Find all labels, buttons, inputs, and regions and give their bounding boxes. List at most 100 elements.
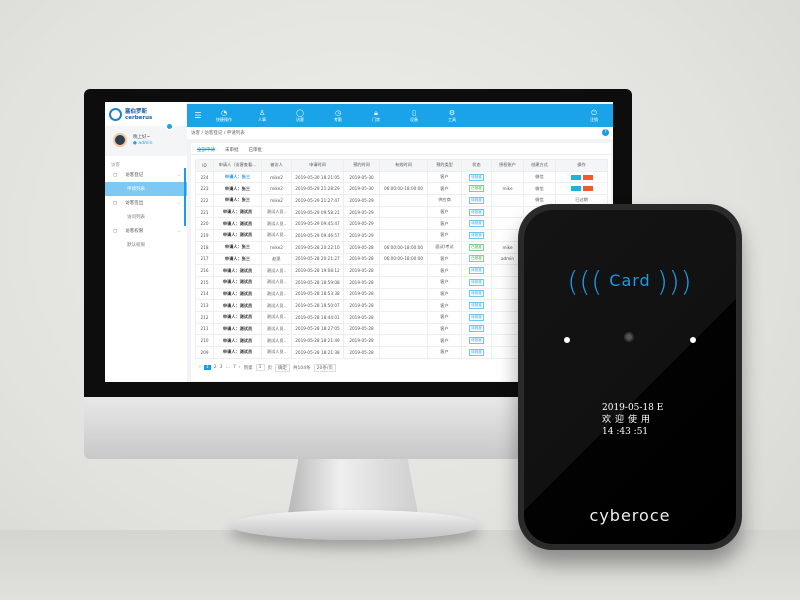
- column-header[interactable]: 授权账户: [491, 159, 524, 172]
- user-panel: 晚上好~ ● admin: [105, 122, 187, 156]
- nav-item[interactable]: ⚙ 工具: [437, 109, 467, 122]
- nav-item[interactable]: ♙ 人事: [247, 109, 277, 122]
- sidebar-item[interactable]: ▢ 访客签出 ⌄: [105, 196, 187, 210]
- display-welcome: 欢迎使用: [602, 415, 655, 425]
- status-badge: 待批准: [469, 267, 484, 275]
- nav-item[interactable]: ◷ 考勤: [323, 109, 353, 122]
- table-cell: 客户: [427, 217, 462, 231]
- help-icon[interactable]: ?: [602, 129, 609, 136]
- table-cell: 2019-05-29 09:46:57: [291, 229, 344, 242]
- page-number[interactable]: …: [225, 365, 230, 370]
- card-label: Card: [609, 271, 651, 290]
- sidebar-item[interactable]: ▢ 访客登记 ⌄: [105, 168, 187, 182]
- logo-en: cerberus: [125, 115, 153, 121]
- table-cell: 客户: [427, 275, 462, 289]
- column-header[interactable]: 创建方式: [523, 159, 556, 172]
- page-number[interactable]: 1: [203, 365, 211, 371]
- sidebar: 塞伯罗斯 cerberus 晚上好~ ● admin 访客 ▢ 访客登记 ⌄ 申请列表 ▢…: [105, 102, 187, 382]
- column-header[interactable]: 申请人（访客查看…: [213, 159, 262, 172]
- page-number[interactable]: 3: [220, 365, 223, 370]
- table-cell: 已批准: [461, 182, 492, 196]
- goto-page-input[interactable]: 1: [255, 364, 265, 372]
- nav-item[interactable]: ▯ 设备: [399, 109, 429, 122]
- edit-button[interactable]: [570, 186, 581, 192]
- table-cell: 已批准: [461, 240, 492, 254]
- sidebar-item[interactable]: ▢ 访客权限 ⌄: [105, 224, 187, 238]
- person-icon: ♙: [258, 109, 266, 117]
- table-cell: 2019-05-29 09:58:21: [291, 205, 344, 219]
- reject-button[interactable]: [582, 186, 593, 192]
- table-cell: 2019-05-28 20:22:10: [291, 240, 344, 254]
- column-header[interactable]: 操作: [555, 159, 608, 172]
- nav-item[interactable]: ◔ 快捷操作: [209, 109, 239, 122]
- tab-approved[interactable]: 已审批: [249, 147, 263, 153]
- table-cell: 2019-05-28 18:50:07: [291, 299, 344, 312]
- status-badge: 待批准: [469, 337, 484, 345]
- reject-button[interactable]: [582, 174, 593, 180]
- table-cell: 2019-05-29 21:27:47: [291, 194, 344, 207]
- logout-button[interactable]: ⏻ 注销: [579, 109, 609, 122]
- table-cell: 申请人：测试员: [213, 205, 262, 219]
- user-greeting[interactable]: 晚上好~: [133, 134, 150, 140]
- table-cell: 06:00:00-18:00:00: [379, 240, 428, 254]
- table-cell: 申请人：测试员: [213, 275, 262, 289]
- table-cell: 218: [195, 240, 214, 254]
- table-cell: 客户: [427, 229, 462, 242]
- table-cell: 223: [195, 182, 214, 196]
- breadcrumb-item[interactable]: 访客: [191, 131, 200, 136]
- goto-confirm-button[interactable]: 确定: [275, 363, 290, 372]
- column-header[interactable]: 有效时间: [379, 159, 428, 172]
- table-cell: 212: [195, 310, 214, 324]
- table-cell: 2019-05-28: [343, 252, 380, 266]
- table-cell: 待批准: [461, 287, 492, 301]
- breadcrumb-item[interactable]: 访客登记: [204, 131, 222, 136]
- table-row[interactable]: 224 申请人：张三 mike2 2019-05-30 18:21:05 2019-05…: [195, 170, 608, 184]
- table-cell: 213: [195, 299, 214, 312]
- page-size-select[interactable]: 20条/页: [313, 363, 336, 372]
- table-cell: 待批准: [461, 322, 492, 336]
- column-header[interactable]: 被访人: [261, 159, 292, 172]
- table-cell: 2019-05-28 19:08:12: [291, 264, 344, 277]
- table-cell: [379, 217, 428, 231]
- edit-button[interactable]: [570, 174, 581, 180]
- tab-pending[interactable]: 未审批: [225, 147, 239, 153]
- table-cell: 待批准: [461, 275, 492, 289]
- next-page[interactable]: ›: [239, 365, 241, 370]
- sidebar-subitem[interactable]: 默认权限: [105, 238, 187, 252]
- table-cell: 221: [195, 205, 214, 219]
- table-cell: 供应商: [427, 194, 462, 207]
- prev-page[interactable]: ‹: [199, 365, 201, 370]
- nav-item[interactable]: 🔒︎ 门禁: [361, 109, 391, 122]
- sidebar-toggle[interactable]: [165, 122, 174, 131]
- status-badge: 已批准: [469, 243, 484, 251]
- page-number[interactable]: 2: [214, 365, 217, 370]
- table-cell: [379, 170, 428, 184]
- sidebar-subitem[interactable]: 申请列表: [105, 182, 187, 196]
- table-cell: 测试人员..: [261, 264, 292, 277]
- column-header[interactable]: 预约类型: [427, 159, 462, 172]
- table-row[interactable]: 223 申请人：张三 mike2 2019-05-29 21:28:29 2019-05…: [195, 182, 608, 196]
- table-cell: 测试人员..: [261, 287, 292, 301]
- table-cell: 2019-05-28: [343, 346, 380, 359]
- table-cell: 申请人：张三: [213, 194, 262, 207]
- column-header[interactable]: 预约时间: [343, 159, 380, 172]
- page-number[interactable]: 7: [233, 365, 236, 370]
- column-header[interactable]: ID: [195, 159, 214, 172]
- column-header[interactable]: 状态: [461, 159, 492, 172]
- sidebar-scrollbar[interactable]: [184, 168, 186, 226]
- table-cell: 客户: [427, 346, 462, 359]
- tab-all[interactable]: 全部申请: [197, 147, 215, 153]
- nav-item[interactable]: ◯ 访客: [285, 109, 315, 122]
- table-cell: 客户: [427, 310, 462, 324]
- person-icon: ▢: [113, 200, 118, 206]
- menu-icon[interactable]: ☰: [187, 111, 209, 120]
- table-cell: 待批准: [461, 310, 492, 324]
- sidebar-item-label: 访客登记: [125, 173, 144, 178]
- status-badge: 已批准: [469, 255, 484, 263]
- table-cell: 2019-05-28 20:21:27: [291, 252, 344, 266]
- sidebar-subitem[interactable]: 访问列表: [105, 210, 187, 224]
- column-header[interactable]: 申请时间: [291, 159, 344, 172]
- power-icon: ⏻: [591, 109, 597, 117]
- status-badge: 待批准: [469, 208, 484, 216]
- table-cell: 待批准: [461, 170, 492, 184]
